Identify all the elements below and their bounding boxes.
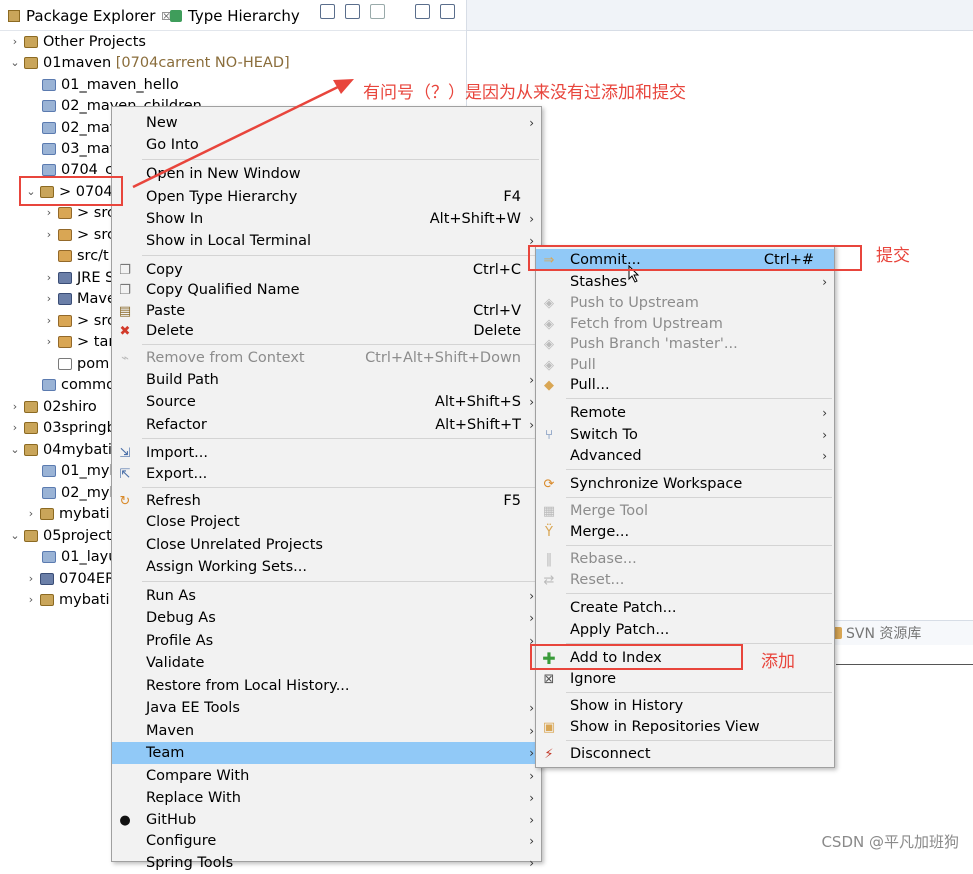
annotation-question-note: 有问号（？）是因为从来没有过添加和提交 bbox=[363, 83, 686, 103]
annotation-arrow bbox=[132, 79, 354, 189]
watermark: CSDN @平凡加班狗 bbox=[821, 833, 959, 851]
annotation-add-note: 添加 bbox=[761, 652, 795, 672]
annotation-commit-note: 提交 bbox=[876, 246, 910, 266]
